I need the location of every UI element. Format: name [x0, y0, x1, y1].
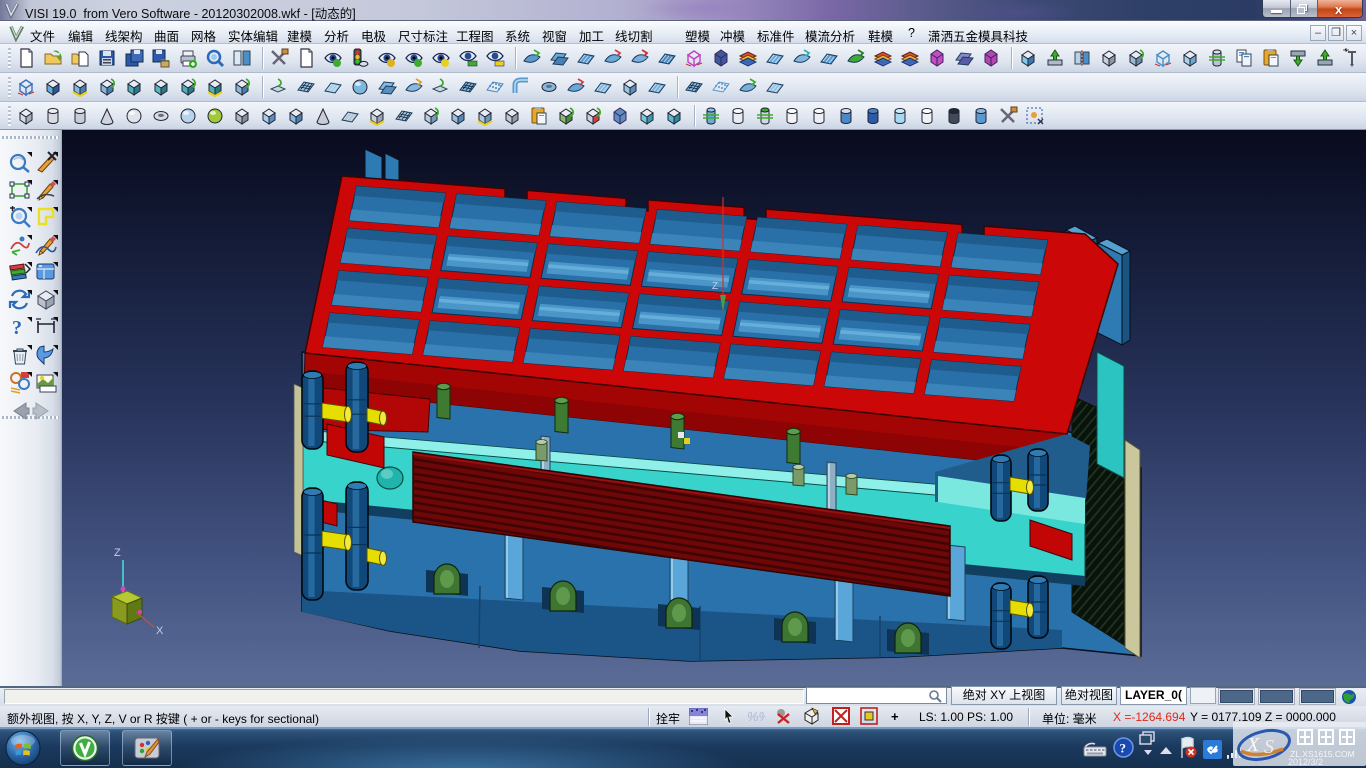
svg-text:%%: %% [747, 709, 765, 724]
svg-text:Z: Z [712, 281, 718, 292]
svg-text:?: ? [1120, 741, 1127, 756]
svg-text:Z: Z [114, 547, 121, 559]
svg-text:X: X [156, 625, 164, 637]
svg-text:S: S [1264, 736, 1274, 758]
svg-text:?: ? [12, 317, 22, 339]
svg-text:X: X [1246, 734, 1260, 756]
